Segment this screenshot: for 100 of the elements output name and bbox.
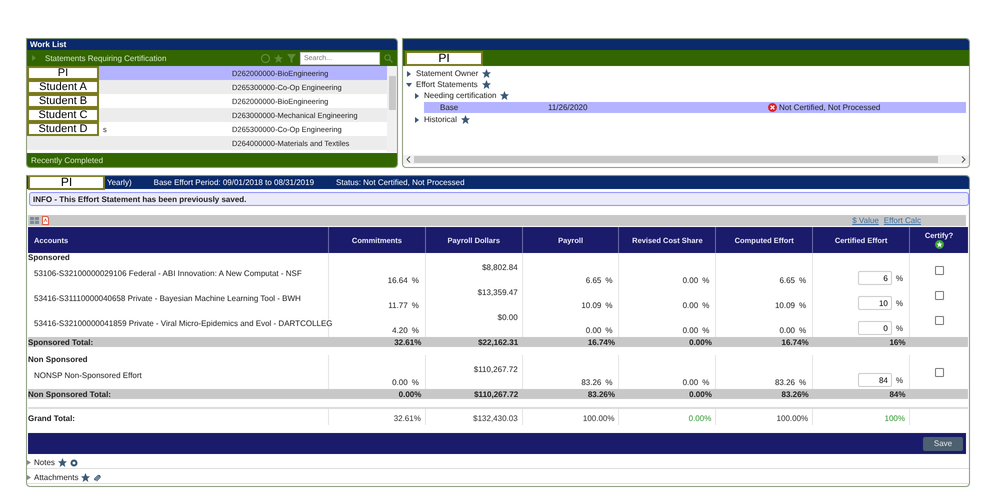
status-text: Status: Not Certified, Not Processed [336, 177, 465, 188]
cell-value: 83.26 [581, 378, 602, 387]
cell-value: 0.00 [779, 326, 796, 335]
name-label: PI [28, 176, 105, 190]
cell-value: 0.00 [682, 378, 698, 387]
account-text: NONSP Non-Sponsored Effort [34, 371, 142, 380]
cell-value: 83.26 [774, 378, 796, 387]
name-label: Student C [27, 108, 99, 122]
section-title[interactable]: Recently Completed [27, 153, 397, 167]
info-message: INFO - This Effort Statement has been previously saved. [29, 192, 969, 206]
statement-row[interactable]: Base 11/26/2020 Not Certified, Not Processed [424, 102, 966, 113]
cell-value: 0.00 [682, 276, 698, 285]
checkbox[interactable] [934, 291, 944, 300]
percent-sign: % [896, 324, 903, 332]
star-icon [500, 91, 510, 100]
name-label: PI [405, 50, 483, 66]
star-icon [482, 69, 492, 78]
star-icon [460, 115, 470, 124]
percent-sign: % [605, 301, 612, 310]
scrollbar[interactable] [403, 155, 969, 164]
percent-sign: % [412, 326, 419, 335]
tree-item[interactable]: Statement Owner [416, 69, 478, 78]
star-icon [274, 54, 283, 62]
input-field[interactable]: 0 [858, 321, 892, 335]
account-text: 53416-S32100000041859 Private - Viral Micro-Epidemics and Evol - DARTCOLLEG [34, 319, 333, 328]
section-link[interactable]: Attachments [34, 473, 78, 482]
tree-item[interactable]: Historical [424, 115, 457, 124]
name-label: Student B [27, 94, 99, 108]
percent-sign: % [702, 378, 710, 387]
total-value: $22,162.31 [478, 338, 518, 346]
star-icon [58, 458, 67, 467]
group-title: Non Sponsored [28, 355, 88, 364]
save-button[interactable]: Save [923, 436, 963, 450]
percent-sign: % [896, 298, 903, 308]
tree-item[interactable]: Needing certification [424, 91, 496, 100]
tree-item[interactable]: Effort Statements [416, 80, 478, 89]
statement-type: Base [440, 103, 460, 112]
search-icon [384, 54, 393, 62]
total-value: 16.74% [782, 338, 809, 346]
star-badge-icon [934, 240, 944, 249]
account-text: 53416-S31110000040658 Private - Bayesian Machine Learning Tool - BWH [34, 294, 301, 303]
percent-sign: % [605, 326, 612, 335]
percent-sign: % [896, 376, 903, 384]
cell-value: $0.00 [498, 313, 518, 322]
percent-sign: % [799, 276, 806, 285]
total-value: 16% [889, 338, 906, 346]
cell-value: 10.09 [774, 301, 796, 310]
cell-value: $8,802.84 [482, 263, 518, 272]
status-text: Not Certified, Not Processed [779, 103, 880, 112]
percent-sign: % [605, 276, 612, 285]
cell-value: 0.00 [682, 326, 698, 335]
group-title: Sponsored [28, 253, 70, 262]
total-value: $132,430.03 [473, 414, 518, 423]
account-text: 53106-S32100000029106 Federal - ABI Innovation: A New Computat - NSF [34, 269, 302, 278]
statement-date: 11/26/2020 [548, 103, 588, 112]
input-field[interactable]: 84 [858, 373, 892, 387]
caret-right-icon [27, 460, 31, 465]
total-value: 32.61% [394, 338, 422, 346]
scrollbar[interactable] [387, 66, 397, 152]
total-value: 84% [889, 390, 906, 398]
cell-value: 11.77 [388, 301, 408, 310]
cell-value: 4.20 [392, 326, 408, 335]
cell-value: $110,267.72 [474, 365, 518, 374]
total-value: 100.00% [776, 414, 808, 423]
percent-sign: % [412, 378, 419, 387]
checkbox[interactable] [934, 266, 944, 275]
input-field[interactable]: 6 [858, 271, 892, 285]
percent-sign: % [702, 326, 710, 335]
total-value: 83.26% [782, 390, 809, 398]
percent-sign: % [412, 301, 419, 310]
section-link[interactable]: Notes [34, 458, 55, 467]
total-label: Grand Total: [28, 414, 75, 423]
input-field[interactable]: 10 [858, 296, 892, 310]
total-value: $110,267.72 [474, 390, 518, 398]
total-value: 0.00% [689, 338, 712, 346]
section-title[interactable]: Statements Requiring Certification [45, 54, 166, 62]
scroll-left-icon [406, 156, 411, 163]
caret-right-icon [31, 55, 37, 61]
percent-sign: % [896, 274, 903, 282]
checkbox[interactable] [934, 316, 944, 325]
percent-sign: % [799, 378, 806, 387]
cell-value: 0.00 [392, 378, 408, 387]
name-label: Student D [27, 122, 99, 136]
period-type-text: Yearly) [107, 177, 132, 188]
total-value: 0.00% [688, 414, 712, 423]
cell-value: 16.64 [388, 276, 408, 285]
cell-value: $13,359.47 [478, 288, 518, 297]
percent-sign: % [702, 301, 710, 310]
percent-sign: % [412, 276, 419, 285]
total-value: 0.00% [398, 390, 422, 398]
percent-sign: % [799, 301, 806, 310]
total-value: 100% [884, 414, 905, 423]
name-label: PI [27, 66, 99, 80]
pdf-icon[interactable] [42, 216, 49, 225]
checkbox[interactable] [934, 368, 944, 377]
period-text: Base Effort Period: 09/01/2018 to 08/31/2019 [154, 177, 314, 188]
total-value: 0.00% [689, 390, 712, 398]
percent-sign: % [605, 378, 612, 387]
cell-value: 0.00 [586, 326, 602, 335]
total-label: Sponsored Total: [28, 338, 94, 346]
